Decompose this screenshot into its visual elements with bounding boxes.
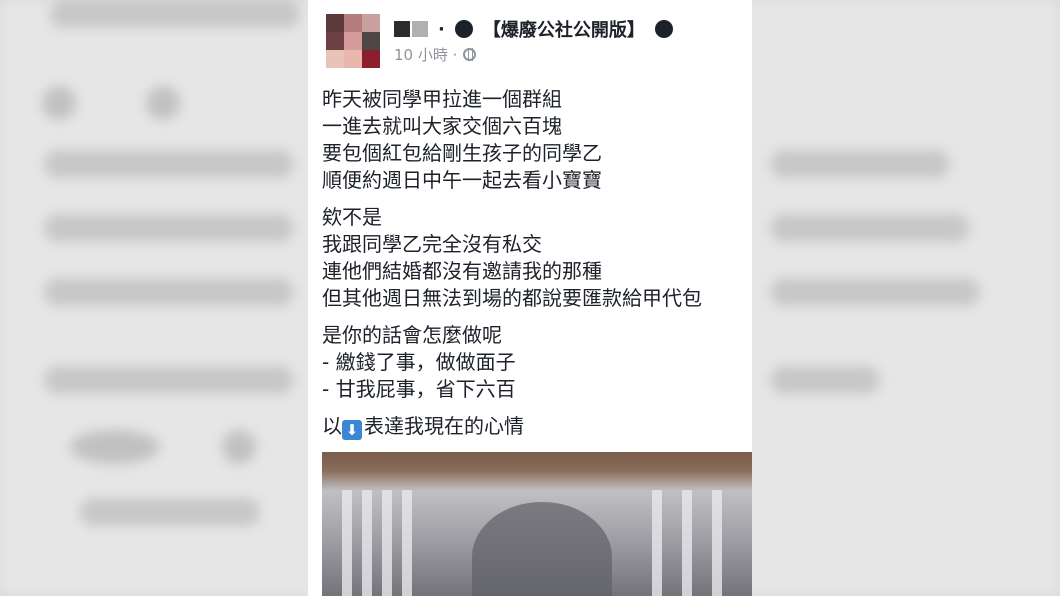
blurred-line [44,366,294,394]
post-text: 昨天被同學甲拉進一個群組 一進去就叫大家交個六百塊 要包個紅包給剛生孩子的同學乙… [322,86,742,450]
blurred-line [44,214,294,242]
paragraph: 以 ⬇ 表達我現在的心情 [322,413,742,440]
photo-detail [652,490,662,596]
text-line: 我跟同學乙完全沒有私交 [322,232,542,256]
text-line: 但其他週日無法到場的都說要匯款給甲代包 [322,286,702,310]
photo-detail [472,502,612,596]
photo-detail [682,490,692,596]
author-name[interactable] [394,21,428,37]
avatar[interactable] [326,14,380,68]
timestamp[interactable]: 10 小時 · [394,44,457,65]
blurred-line [770,278,980,306]
text-line: 欸不是 [322,205,382,229]
photo-detail [712,490,722,596]
blurred-line [770,150,950,178]
bullet-icon [454,20,473,38]
blurred-line [44,150,294,178]
blurred-line [50,0,300,28]
photo-detail [382,490,392,596]
text-line: 順便約週日中午一起去看小寶寶 [322,168,602,192]
blurred-line [44,278,294,306]
blurred-dot [70,430,160,464]
paragraph: 欸不是 我跟同學乙完全沒有私交 連他們結婚都沒有邀請我的那種 但其他週日無法到場… [322,204,742,312]
blurred-dot [146,86,180,120]
blurred-line [80,498,260,526]
photo-detail [342,490,352,596]
blurred-dot [222,430,256,464]
photo-detail [402,490,412,596]
paragraph: 昨天被同學甲拉進一個群組 一進去就叫大家交個六百塊 要包個紅包給剛生孩子的同學乙… [322,86,742,194]
last-line-prefix: 以 [322,414,342,438]
paragraph: 是你的話會怎麼做呢 - 繳錢了事，做做面子 - 甘我屁事，省下六百 [322,322,742,403]
last-line-suffix: 表達我現在的心情 [364,414,524,438]
author-separator: · [438,18,445,40]
blurred-line [770,366,880,394]
photo-detail [362,490,372,596]
down-arrow-emoji-icon: ⬇ [342,420,362,440]
globe-icon[interactable] [463,48,477,61]
text-line: - 繳錢了事，做做面子 [322,350,516,374]
author-row: · 【爆廢公社公開版】 [394,16,673,42]
post-header: · 【爆廢公社公開版】 10 小時 · [322,10,742,72]
blurred-dot [42,86,76,120]
text-line: 連他們結婚都沒有邀請我的那種 [322,259,602,283]
group-name[interactable]: 【爆廢公社公開版】 [483,16,645,42]
blurred-line [770,214,970,242]
text-line: - 甘我屁事，省下六百 [322,377,516,401]
post-card: · 【爆廢公社公開版】 10 小時 · 昨天被同學甲拉進一個群組 一進去就叫大家… [308,0,752,596]
text-line: 以 ⬇ 表達我現在的心情 [322,413,742,440]
post-meta: 10 小時 · [394,44,477,65]
text-line: 一進去就叫大家交個六百塊 [322,114,562,138]
text-line: 要包個紅包給剛生孩子的同學乙 [322,141,602,165]
text-line: 昨天被同學甲拉進一個群組 [322,87,562,111]
text-line: 是你的話會怎麼做呢 [322,323,502,347]
bullet-icon [654,20,673,38]
post-photo[interactable] [322,452,752,596]
